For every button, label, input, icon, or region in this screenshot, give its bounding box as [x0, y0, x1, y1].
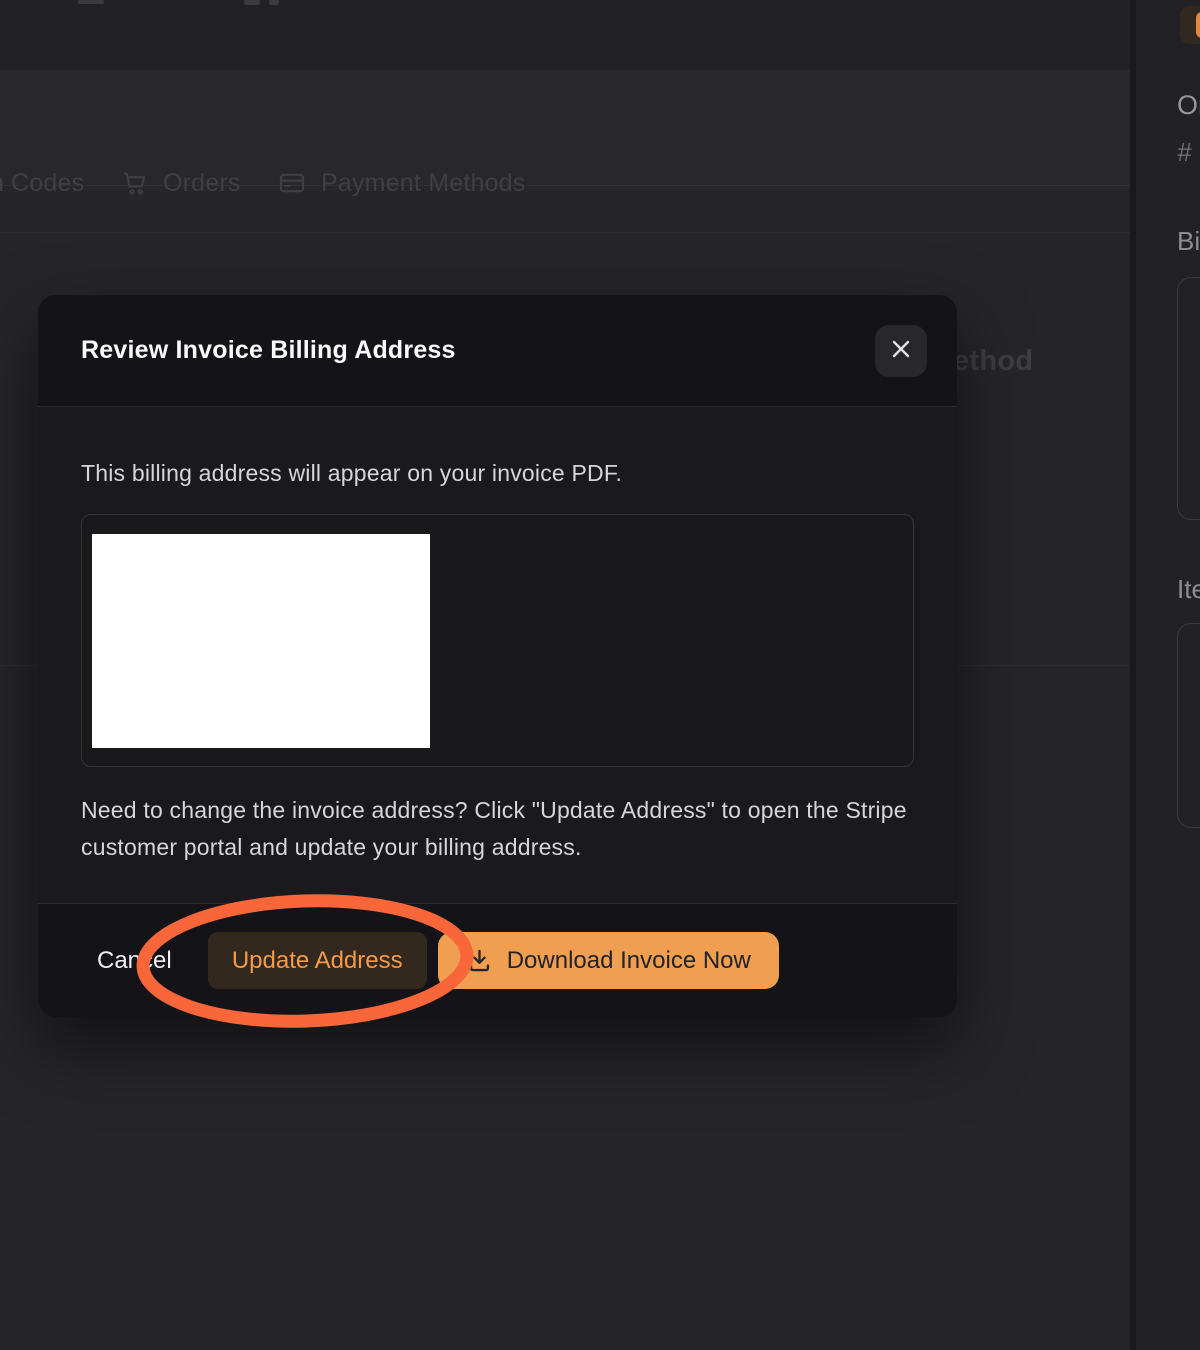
- drawer-items-heading: Ite: [1177, 574, 1200, 605]
- billing-address-preview: [81, 514, 914, 767]
- tab-bar: n Codes Orders Payment Methods: [0, 70, 1130, 186]
- page: n Codes Orders Payment Methods ethod Or: [0, 0, 1200, 1350]
- modal-body: This billing address will appear on your…: [38, 408, 957, 903]
- credit-card-icon: [278, 169, 306, 202]
- update-address-button[interactable]: Update Address: [208, 932, 427, 989]
- review-invoice-modal: Review Invoice Billing Address This bill…: [38, 295, 957, 1017]
- cart-icon: [121, 169, 149, 202]
- tab-codes-clipped-prefix: n: [0, 169, 4, 198]
- clipped-text-remnant: [269, 0, 279, 5]
- modal-note: Need to change the invoice address? Clic…: [81, 792, 914, 865]
- modal-footer: Cancel Update Address Download Invoice N…: [38, 903, 957, 1017]
- drawer-order-number: #: [1177, 137, 1191, 168]
- download-invoice-button[interactable]: Download Invoice Now: [438, 932, 779, 989]
- cancel-button[interactable]: Cancel: [81, 947, 192, 975]
- modal-description: This billing address will appear on your…: [81, 460, 914, 487]
- clipped-text-remnant: [78, 0, 104, 4]
- orange-action-icon: [1196, 12, 1200, 38]
- right-drawer: Or # Bil Ite: [1136, 0, 1200, 1350]
- download-icon: [466, 947, 493, 974]
- tab-payment-methods[interactable]: Payment Methods: [321, 169, 526, 198]
- redacted-address-block: [92, 534, 430, 748]
- tab-codes[interactable]: Codes: [11, 169, 84, 198]
- top-strip: [0, 0, 1130, 70]
- modal-header: Review Invoice Billing Address: [38, 295, 957, 407]
- close-icon: [889, 337, 913, 364]
- card-divider: [0, 232, 1130, 233]
- drawer-billing-heading: Bil: [1177, 226, 1200, 257]
- download-button-label: Download Invoice Now: [507, 947, 751, 975]
- drawer-items-card: [1177, 623, 1200, 828]
- drawer-order-heading: Or: [1177, 90, 1200, 121]
- drawer-action-button[interactable]: [1180, 6, 1200, 44]
- clipped-text-remnant: [244, 0, 260, 5]
- close-button[interactable]: [875, 325, 927, 377]
- tab-orders[interactable]: Orders: [163, 169, 241, 198]
- drawer-billing-card: [1177, 277, 1200, 520]
- modal-title: Review Invoice Billing Address: [81, 336, 456, 365]
- section-heading-partial: ethod: [953, 345, 1033, 378]
